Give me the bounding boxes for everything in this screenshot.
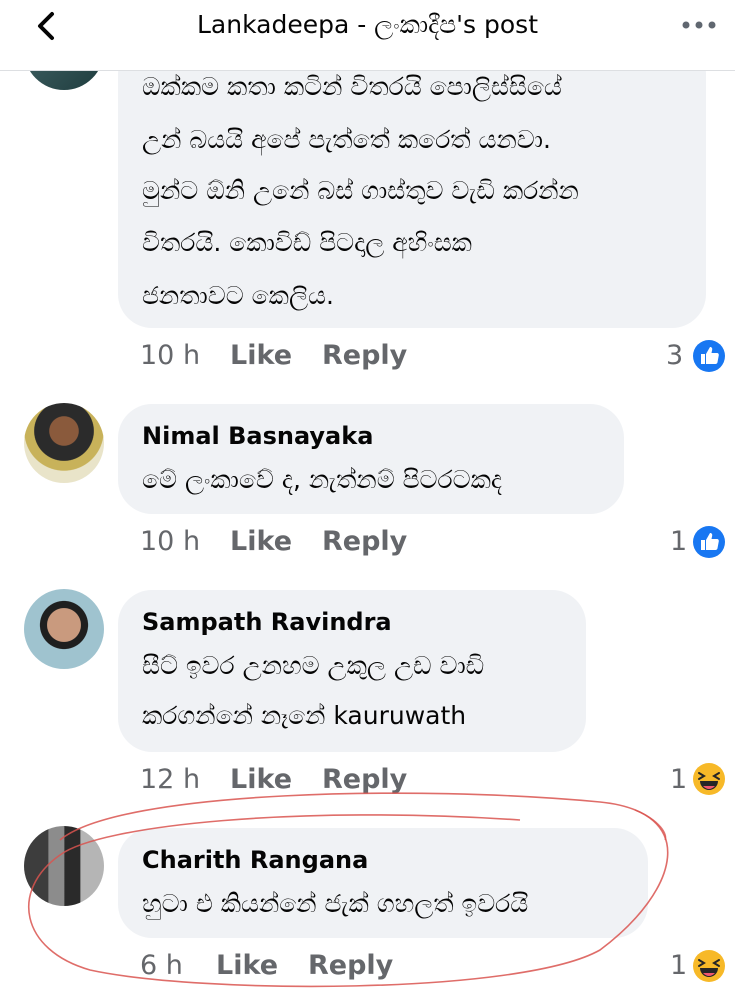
comment-text: කරගන්නේ නෑනේ kauruwath bbox=[142, 701, 467, 730]
like-label: Like bbox=[230, 764, 293, 795]
comment-bubble: Charith Rangana හුටා එ කියන්නේ ජැක් ගහලත… bbox=[118, 828, 648, 938]
like-label: Like bbox=[230, 526, 293, 557]
top-bar: Lankadeepa - ලංකාදීප's post bbox=[0, 0, 735, 71]
comment-text: උන් බයයි අපේ පැත්තේ කරෙත් යනවා. bbox=[142, 125, 551, 154]
comment-bubble: Sampath Ravindra සීට් ඉවර උනහම උකුල උඩ ව… bbox=[118, 590, 586, 752]
like-button[interactable]: Like bbox=[230, 764, 292, 795]
comment-text: විතරයි. කොවිඩ් පිටදාල අහිංසක bbox=[142, 228, 472, 257]
like-button[interactable]: Like bbox=[230, 526, 292, 557]
avatar[interactable] bbox=[24, 403, 104, 483]
like-button[interactable]: Like bbox=[216, 950, 278, 981]
comment-author[interactable]: Charith Rangana bbox=[142, 846, 368, 874]
comment-text: ඔක්කම කතා කටින් විතරයි පොලිස්සියේ bbox=[142, 72, 562, 101]
comment-author[interactable]: Nimal Basnayaka bbox=[142, 422, 373, 450]
avatar[interactable] bbox=[24, 589, 104, 669]
like-label: Like bbox=[230, 340, 293, 371]
comment-author[interactable]: Sampath Ravindra bbox=[142, 608, 392, 636]
comment-text: මුන්ට ඕනි උනේ බස් ගාස්තුව වැඩි කරන්න bbox=[142, 176, 579, 205]
like-label: Like bbox=[216, 950, 279, 981]
more-dots-icon[interactable] bbox=[679, 12, 719, 38]
comment-text: ජනතාවට කෙලිය. bbox=[142, 281, 334, 310]
reply-label: Reply bbox=[308, 950, 394, 981]
comment-bubble: Nimal Basnayaka මේ ලංකාවේ ද, නැත්නම් පිට… bbox=[118, 404, 624, 514]
reply-button[interactable]: Reply bbox=[308, 950, 393, 981]
comment-timestamp: 6 h bbox=[140, 950, 183, 981]
reaction-count[interactable]: 1 bbox=[670, 950, 687, 981]
reaction-count[interactable]: 1 bbox=[670, 526, 687, 557]
comment-timestamp: 10 h bbox=[140, 526, 201, 557]
comment-text: මේ ලංකාවේ ද, නැත්නම් පිටරටකද bbox=[142, 465, 503, 494]
comment-text: හුටා එ කියන්නේ ජැක් ගහලත් ඉවරයි bbox=[142, 889, 529, 918]
reply-label: Reply bbox=[322, 340, 408, 371]
reply-button[interactable]: Reply bbox=[322, 340, 407, 371]
like-button[interactable]: Like bbox=[230, 340, 292, 371]
reply-button[interactable]: Reply bbox=[322, 526, 407, 557]
like-reaction-icon[interactable] bbox=[692, 339, 726, 373]
reply-label: Reply bbox=[322, 526, 408, 557]
haha-reaction-icon[interactable] bbox=[692, 762, 726, 796]
reply-label: Reply bbox=[322, 764, 408, 795]
comment-bubble: ඔක්කම කතා කටින් විතරයි පොලිස්සියේ උන් බය… bbox=[118, 40, 706, 328]
reaction-count[interactable]: 1 bbox=[670, 764, 687, 795]
reply-button[interactable]: Reply bbox=[322, 764, 407, 795]
page-title: Lankadeepa - ලංකාදීප's post bbox=[197, 10, 538, 39]
avatar[interactable] bbox=[24, 826, 104, 906]
reaction-count[interactable]: 3 bbox=[666, 340, 683, 371]
comment-timestamp: 12 h bbox=[140, 764, 201, 795]
comment-text: සීට් ඉවර උනහම උකුල උඩ වාඩි bbox=[142, 651, 485, 680]
like-reaction-icon[interactable] bbox=[692, 525, 726, 559]
comment-timestamp: 10 h bbox=[140, 340, 201, 371]
haha-reaction-icon[interactable] bbox=[692, 949, 726, 983]
